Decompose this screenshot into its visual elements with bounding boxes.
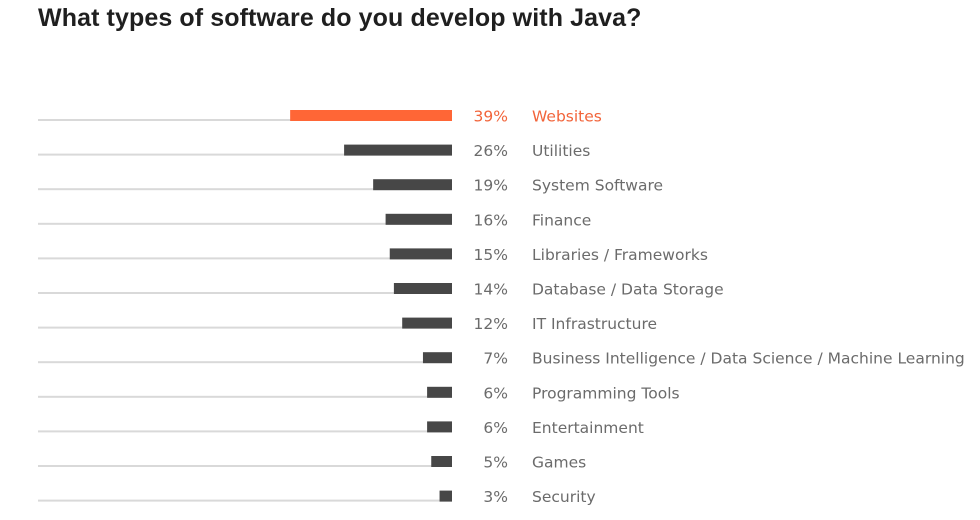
category-label: Programming Tools <box>532 384 680 402</box>
value-label: 6% <box>483 419 508 437</box>
bar-baseline <box>38 395 452 398</box>
value-label: 6% <box>483 384 508 402</box>
category-label: Websites <box>532 108 602 126</box>
bar-chart: 39% Websites 26% Utilities 19% System Softwar… <box>38 108 965 506</box>
category-label: Entertainment <box>532 419 644 437</box>
category-label: Utilities <box>532 142 590 160</box>
value-label: 12% <box>474 315 508 333</box>
value-label: 15% <box>474 246 508 264</box>
category-label: IT Infrastructure <box>532 315 657 333</box>
category-label: Security <box>532 488 596 506</box>
bar-games <box>431 456 452 467</box>
bar-libraries-frameworks <box>389 248 452 260</box>
bar-baseline <box>38 430 452 433</box>
category-label: Libraries / Frameworks <box>532 246 708 264</box>
bar-security <box>439 490 452 502</box>
value-label: 5% <box>483 454 508 472</box>
bar-business-intelligence-data-science-machine-learning <box>422 352 452 364</box>
value-label: 19% <box>474 177 508 195</box>
bar-baseline <box>38 499 452 502</box>
bar-programming-tools <box>427 386 452 398</box>
bar-entertainment <box>427 421 452 433</box>
bar-baseline <box>38 326 452 329</box>
category-label: Finance <box>532 211 591 229</box>
bar-baseline <box>38 292 452 294</box>
bar-it-infrastructure <box>402 317 452 329</box>
category-label: Database / Data Storage <box>532 281 724 299</box>
value-label: 16% <box>474 211 508 229</box>
bar-baseline <box>38 361 452 364</box>
bar-system-software <box>373 179 452 191</box>
value-label: 14% <box>474 281 508 299</box>
category-label: Games <box>532 454 586 472</box>
bar-utilities <box>344 144 452 156</box>
value-label: 3% <box>483 488 508 506</box>
bar-finance <box>385 213 452 225</box>
category-label: Business Intelligence / Data Science / M… <box>532 350 965 368</box>
value-label: 26% <box>474 142 508 160</box>
bar-database-data-storage <box>393 283 452 294</box>
value-label: 7% <box>483 350 508 368</box>
category-label: System Software <box>532 177 663 195</box>
bar-baseline <box>38 465 452 467</box>
value-label: 39% <box>474 108 508 126</box>
bar-websites <box>290 110 452 121</box>
